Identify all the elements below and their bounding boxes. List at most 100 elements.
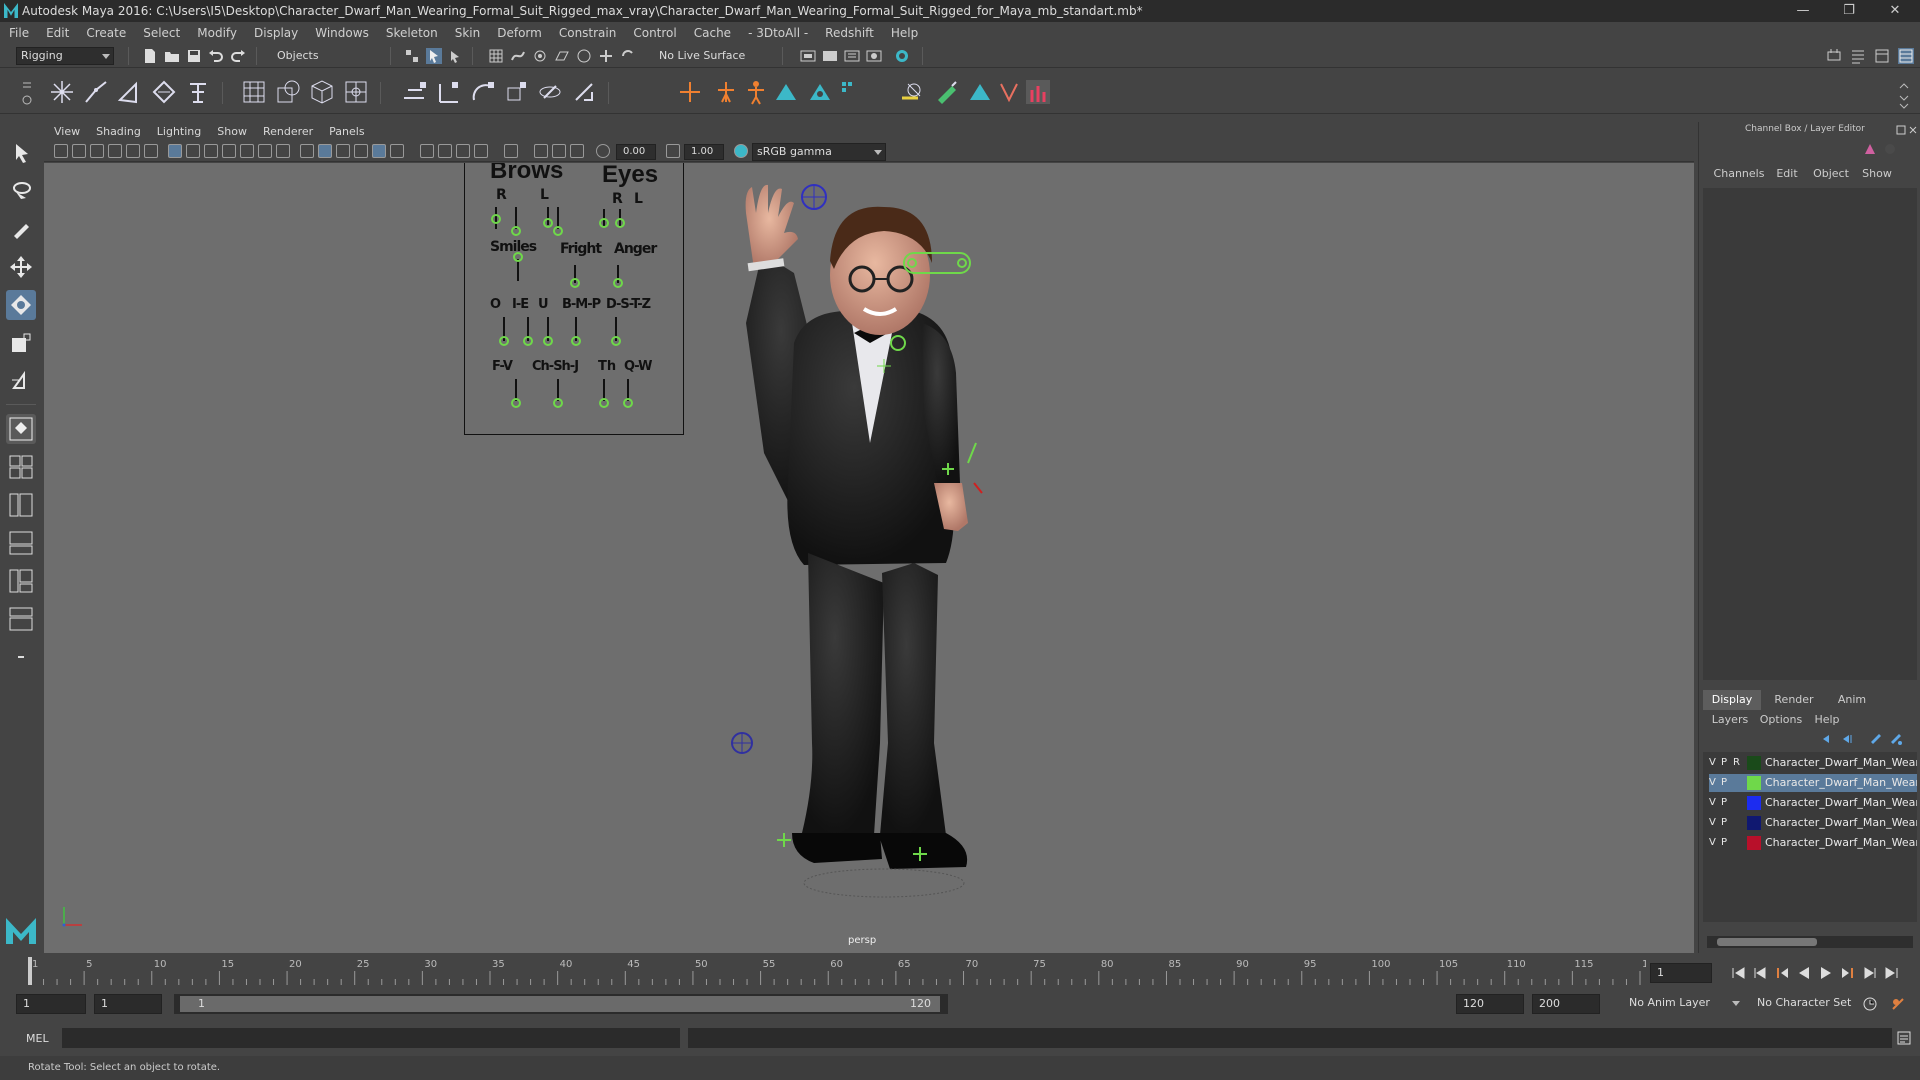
aim-constraint-icon[interactable] <box>434 78 462 106</box>
menu-display[interactable]: Display <box>245 22 306 44</box>
pole-vector-icon[interactable] <box>570 78 598 106</box>
rotate-tool-icon[interactable] <box>6 290 36 320</box>
character-set-icon[interactable] <box>838 78 858 106</box>
shelf-scroll-icon[interactable] <box>1898 80 1910 110</box>
menu-skin[interactable]: Skin <box>446 22 489 44</box>
layer-color-swatch[interactable] <box>1747 816 1761 830</box>
go-to-end-icon[interactable] <box>1884 965 1900 981</box>
textured-icon[interactable] <box>420 144 434 158</box>
layer-editor-icon[interactable] <box>1883 142 1897 156</box>
safe-title-icon[interactable] <box>276 144 290 158</box>
xray-joints-icon[interactable] <box>390 144 404 158</box>
current-frame-field[interactable]: 1 <box>1650 963 1712 983</box>
vp-menu-shading[interactable]: Shading <box>86 122 147 142</box>
play-backwards-icon[interactable] <box>1796 965 1812 981</box>
play-forwards-icon[interactable] <box>1818 965 1834 981</box>
show-menu[interactable]: Show <box>1857 164 1897 184</box>
layer-color-swatch[interactable] <box>1747 796 1761 810</box>
anim-layer-dropdown[interactable]: No Anim Layer <box>1624 994 1744 1014</box>
menu-file[interactable]: File <box>0 22 37 44</box>
wireframe-icon[interactable] <box>300 144 314 158</box>
tab-render[interactable]: Render <box>1765 690 1823 710</box>
playback-start-field[interactable]: 1 <box>94 994 162 1014</box>
film-gate-icon[interactable] <box>186 144 200 158</box>
snap-curve-icon[interactable] <box>510 48 526 64</box>
hypershade-icon[interactable] <box>894 48 910 64</box>
render-view-icon[interactable] <box>800 48 816 64</box>
orient-constraint-icon[interactable] <box>468 78 496 106</box>
layers-menu[interactable]: Layers <box>1707 710 1753 730</box>
tab-display[interactable]: Display <box>1703 690 1761 710</box>
step-back-frame-icon[interactable] <box>1774 965 1790 981</box>
face-sliders[interactable] <box>464 163 684 435</box>
move-tool-icon[interactable] <box>6 252 36 282</box>
mirror-joint-icon[interactable] <box>150 78 178 106</box>
four-view-layout-icon[interactable] <box>6 452 36 482</box>
animation-preferences-icon[interactable] <box>1890 996 1906 1012</box>
lattice-icon[interactable] <box>308 78 336 106</box>
close-panel-icon[interactable] <box>1907 124 1919 136</box>
smooth-shade-icon[interactable] <box>318 144 332 158</box>
exposure-field[interactable]: 0.00 <box>616 144 656 160</box>
isolate-select-icon[interactable] <box>504 144 518 158</box>
minimize-button[interactable]: — <box>1780 0 1826 22</box>
default-material-icon[interactable] <box>336 144 350 158</box>
scale-tool-icon[interactable] <box>6 328 36 358</box>
layer-color-swatch[interactable] <box>1747 836 1761 850</box>
ae-template-icon[interactable] <box>1024 78 1052 106</box>
create-joint-icon[interactable] <box>48 78 76 106</box>
ipr-render-icon[interactable] <box>844 48 860 64</box>
resolution-gate-icon[interactable] <box>204 144 218 158</box>
hide-joints-icon[interactable] <box>898 78 926 106</box>
layer-row[interactable]: VPRCharacter_Dwarf_Man_Wearing <box>1709 754 1917 772</box>
channel-box-icon[interactable] <box>1863 142 1877 156</box>
scale-constraint-icon[interactable] <box>502 78 530 106</box>
end-time-field[interactable]: 200 <box>1532 994 1600 1014</box>
step-forward-key-icon[interactable] <box>1862 965 1878 981</box>
start-time-field[interactable]: 1 <box>16 994 86 1014</box>
view-transform-dropdown[interactable]: sRGB gamma <box>752 143 886 161</box>
grid-toggle-icon[interactable] <box>168 144 182 158</box>
tool-settings-icon[interactable] <box>1874 48 1890 64</box>
menu-control[interactable]: Control <box>624 22 684 44</box>
maya-home-icon[interactable] <box>4 914 38 948</box>
orient-joint-icon[interactable] <box>184 78 212 106</box>
bookmark-icon[interactable] <box>90 144 104 158</box>
step-forward-frame-icon[interactable] <box>1840 965 1856 981</box>
human-ik-icon[interactable] <box>772 78 800 106</box>
live-surface-field[interactable]: No Live Surface <box>654 47 754 65</box>
quick-rig-icon[interactable] <box>806 78 834 106</box>
layer-scrollbar[interactable] <box>1707 936 1913 948</box>
vp-menu-show[interactable]: Show <box>207 122 253 142</box>
time-ruler[interactable]: 1 5 10 15 20 25 30 35 40 45 50 55 60 65 70 75 80 85 90 95 10… <box>26 955 1646 985</box>
time-slider[interactable]: 1 5 10 15 20 25 30 35 40 45 50 55 60 65 70 75 80 85 90 95 10… <box>0 953 1920 989</box>
anti-aliasing-icon[interactable] <box>552 144 566 158</box>
wireframe-on-shaded-icon[interactable] <box>354 144 368 158</box>
save-scene-icon[interactable] <box>186 48 202 64</box>
select-by-component-icon[interactable] <box>448 48 464 64</box>
snap-view-plane-icon[interactable] <box>554 48 570 64</box>
menuset-dropdown[interactable]: Rigging <box>16 47 114 65</box>
vp-menu-renderer[interactable]: Renderer <box>253 122 319 142</box>
layer-color-swatch[interactable] <box>1747 776 1761 790</box>
move-layer-up-icon[interactable] <box>1821 732 1835 746</box>
shadows-icon[interactable] <box>456 144 470 158</box>
menu-3dtoall[interactable]: - 3DtoAll - <box>739 22 816 44</box>
shelf-menu-icon[interactable] <box>20 80 34 110</box>
new-layer-icon[interactable] <box>1869 732 1883 746</box>
redo-icon[interactable] <box>230 48 246 64</box>
script-editor-icon[interactable] <box>1896 1030 1912 1046</box>
vp-menu-panels[interactable]: Panels <box>319 122 370 142</box>
screen-space-ao-icon[interactable] <box>474 144 488 158</box>
command-input[interactable] <box>62 1028 680 1048</box>
xray-icon[interactable] <box>372 144 386 158</box>
menu-cache[interactable]: Cache <box>685 22 739 44</box>
make-live-icon[interactable] <box>620 48 636 64</box>
select-by-hierarchy-icon[interactable] <box>404 48 420 64</box>
render-current-frame-icon[interactable] <box>822 48 838 64</box>
menu-deform[interactable]: Deform <box>488 22 550 44</box>
image-plane-icon[interactable] <box>108 144 122 158</box>
go-to-start-icon[interactable] <box>1730 965 1746 981</box>
gate-mask-icon[interactable] <box>222 144 236 158</box>
channels-menu[interactable]: Channels <box>1711 164 1767 184</box>
